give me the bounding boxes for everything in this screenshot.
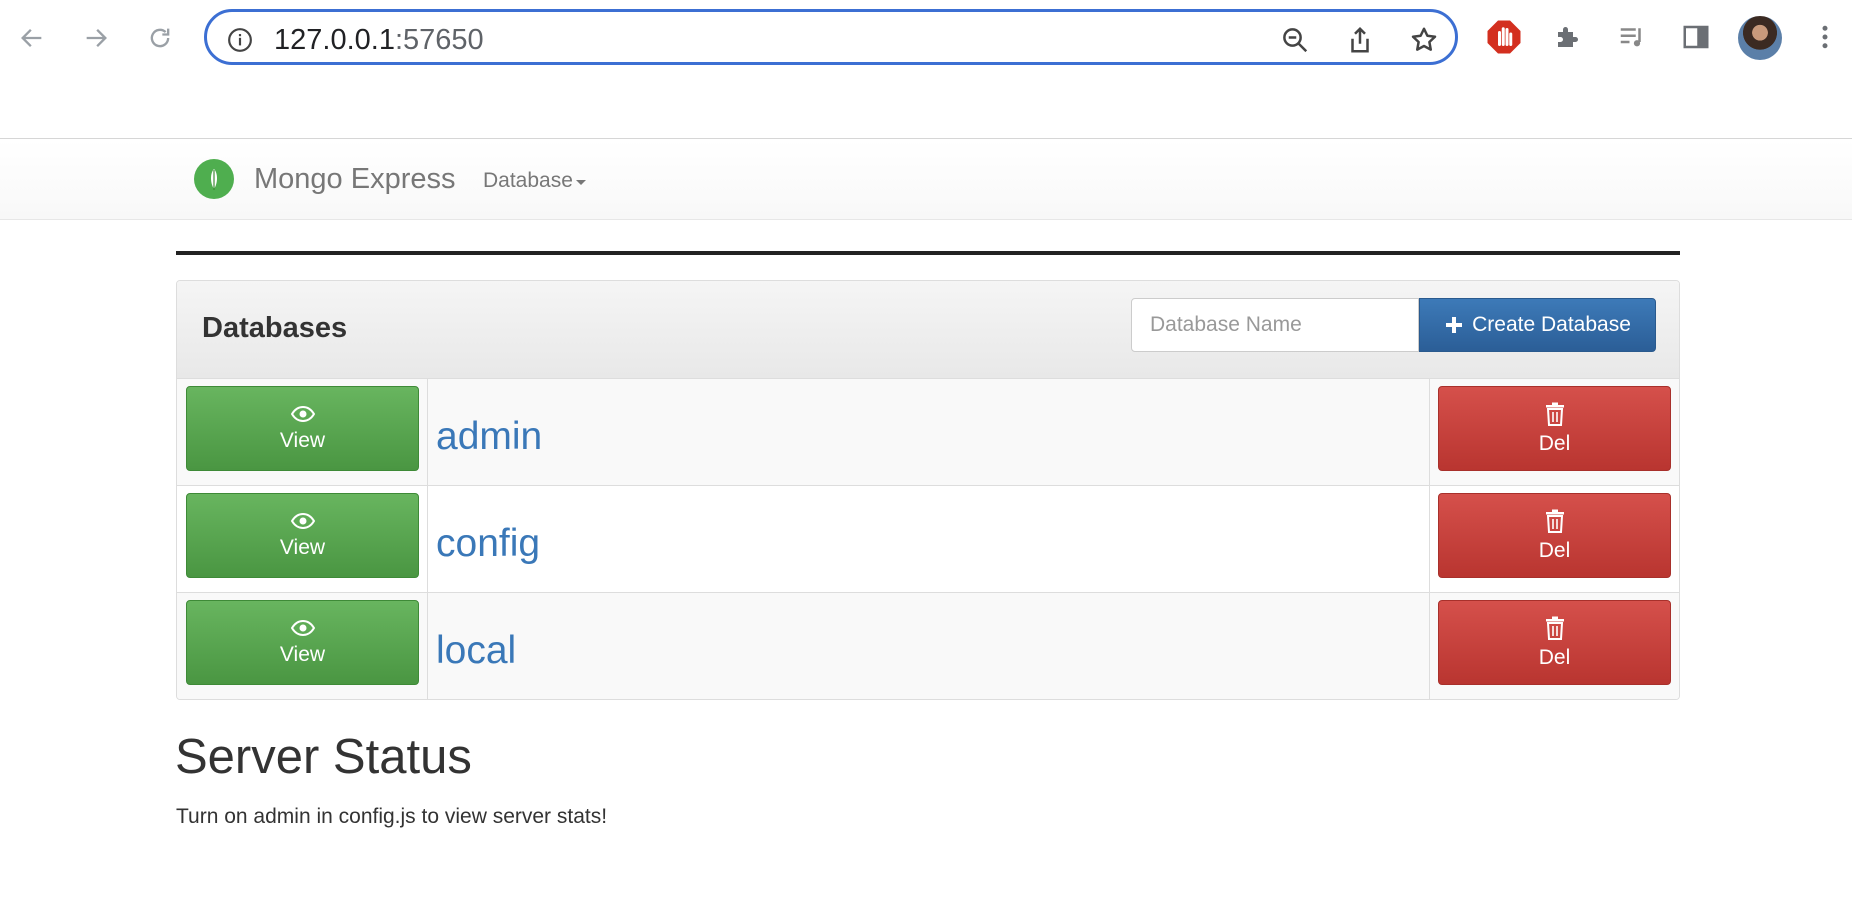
- cell-divider: [1429, 486, 1430, 592]
- share-button[interactable]: [1344, 24, 1376, 56]
- browser-toolbar: 127.0.0.1:57650: [0, 0, 1852, 76]
- playlist-music-icon: [1620, 28, 1641, 47]
- url-text: 127.0.0.1:57650: [274, 24, 484, 56]
- forward-arrow-icon: [86, 29, 107, 47]
- divider: [176, 251, 1680, 255]
- stop-hand-icon: [1487, 20, 1521, 54]
- server-status-heading: Server Status: [175, 730, 472, 784]
- trash-icon: [1545, 509, 1564, 533]
- del-label: Del: [1538, 645, 1571, 669]
- delete-button[interactable]: Del: [1438, 386, 1671, 471]
- panel-title: Databases: [202, 312, 348, 344]
- trash-icon: [1545, 402, 1564, 426]
- del-label: Del: [1538, 431, 1571, 455]
- eye-icon: [290, 619, 315, 636]
- leaf-glyph: [211, 169, 217, 190]
- side-panel-button[interactable]: [1677, 18, 1715, 56]
- create-database-button[interactable]: Create Database: [1419, 298, 1656, 352]
- bookmark-button[interactable]: [1408, 24, 1440, 56]
- cell-divider: [1429, 379, 1430, 485]
- app-navbar: Mongo Express Database: [0, 138, 1852, 220]
- cell-divider: [1429, 593, 1430, 699]
- back-button[interactable]: [14, 20, 50, 56]
- forward-button[interactable]: [78, 20, 114, 56]
- database-dropdown[interactable]: Database: [483, 169, 586, 193]
- cell-divider: [427, 379, 428, 485]
- browser-menu-button[interactable]: [1806, 18, 1844, 56]
- plus-icon: [1446, 317, 1463, 333]
- view-button[interactable]: View: [186, 493, 419, 578]
- profile-avatar[interactable]: [1738, 16, 1782, 60]
- address-bar[interactable]: 127.0.0.1:57650: [204, 9, 1458, 65]
- side-panel-icon: [1683, 25, 1709, 49]
- extensions-button[interactable]: [1549, 18, 1587, 56]
- reload-button[interactable]: [142, 20, 178, 56]
- view-label: View: [279, 428, 326, 452]
- databases-panel: Databases Create Database View admin Del…: [176, 280, 1680, 700]
- view-button[interactable]: View: [186, 600, 419, 685]
- trash-icon: [1545, 616, 1564, 640]
- table-row: View config Del: [177, 485, 1679, 592]
- create-database-label: Create Database: [1472, 313, 1631, 336]
- kebab-menu-icon: [1822, 25, 1828, 49]
- database-link-admin[interactable]: admin: [436, 415, 542, 459]
- cell-divider: [427, 593, 428, 699]
- database-name-input[interactable]: [1131, 298, 1419, 352]
- view-button[interactable]: View: [186, 386, 419, 471]
- zoom-button[interactable]: [1279, 24, 1311, 56]
- cell-divider: [427, 486, 428, 592]
- puzzle-piece-icon: [1558, 27, 1578, 47]
- view-label: View: [279, 535, 326, 559]
- delete-button[interactable]: Del: [1438, 493, 1671, 578]
- server-status-message: Turn on admin in config.js to view serve…: [176, 805, 608, 828]
- del-label: Del: [1538, 538, 1571, 562]
- caret-down-icon: [575, 179, 586, 185]
- table-row: View admin Del: [177, 378, 1679, 485]
- site-info-icon[interactable]: [227, 27, 253, 53]
- panel-heading: Databases Create Database: [177, 281, 1679, 379]
- zoom-out-icon: [1283, 28, 1308, 53]
- delete-button[interactable]: Del: [1438, 600, 1671, 685]
- back-arrow-icon: [21, 29, 42, 47]
- media-control-button[interactable]: [1613, 18, 1651, 56]
- mongo-leaf-icon[interactable]: [194, 159, 234, 199]
- brand-title[interactable]: Mongo Express: [254, 163, 456, 196]
- reload-icon: [150, 28, 170, 48]
- database-link-local[interactable]: local: [436, 629, 516, 673]
- star-icon: [1411, 27, 1437, 51]
- table-row: View local Del: [177, 592, 1679, 699]
- eye-icon: [290, 405, 315, 422]
- database-link-config[interactable]: config: [436, 522, 540, 566]
- adblock-extension-button[interactable]: [1485, 18, 1523, 56]
- share-icon: [1351, 26, 1369, 53]
- eye-icon: [290, 512, 315, 529]
- database-dropdown-label: Database: [483, 169, 573, 192]
- view-label: View: [279, 642, 326, 666]
